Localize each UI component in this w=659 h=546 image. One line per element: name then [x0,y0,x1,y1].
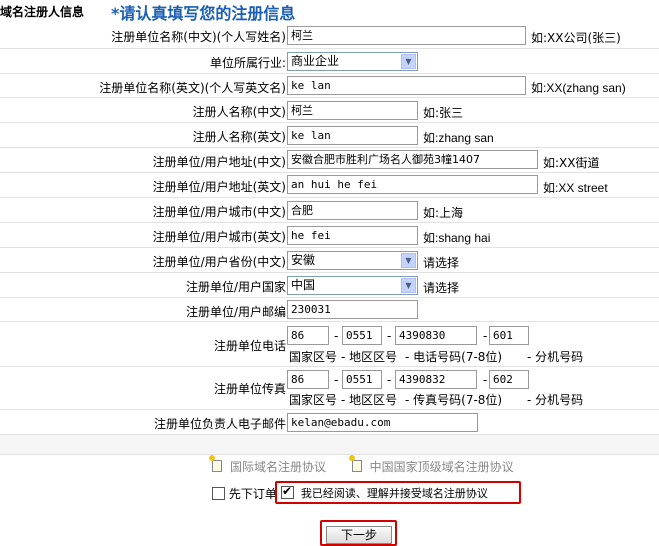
hint-registrant-cn: 如:张三 [423,106,464,120]
section-title: 域名注册人信息 [0,5,85,19]
city-cn-input[interactable]: 合肥 [287,201,418,220]
sublabel-ext: - 分机号码 [527,393,584,407]
sublabel-ext: - 分机号码 [527,350,584,364]
registration-form: 域名注册人信息 *请认真填写您的注册信息 注册单位名称(中文)(个人写姓名) 柯… [0,0,659,546]
hint-city-cn: 如:上海 [423,206,464,220]
hint-address-en: 如:XX street [543,181,608,195]
fax-country-input[interactable]: 86 [287,370,329,389]
company-en-input[interactable]: ke lan [287,76,526,95]
row-country: 注册单位/用户国家 中国 ▼ 请选择 [0,273,659,298]
registrant-cn-input[interactable]: 柯兰 [287,101,418,120]
row-registrant-en: 注册人名称(英文) ke lan 如:zhang san [0,123,659,148]
preorder-option: 先下订单 [212,485,277,502]
row-fax: 注册单位传真 86 - 0551 - 4390832 - 602 国家区号 - … [0,367,659,410]
sublabel-country: 国家区号 [289,350,338,364]
industry-select[interactable]: 商业企业 ▼ [287,52,418,71]
label-city-cn: 注册单位/用户城市(中文) [152,205,286,219]
label-address-cn: 注册单位/用户地址(中文) [152,155,286,169]
row-address-cn: 注册单位/用户地址(中文) 安徽合肥市胜利广场名人御苑3幢1407 如:XX街道 [0,148,659,173]
phone-ext-input[interactable]: 601 [489,326,529,345]
label-country: 注册单位/用户国家 [185,280,286,294]
hint-province: 请选择 [423,256,460,270]
registrant-en-input[interactable]: ke lan [287,126,418,145]
label-company-en: 注册单位名称(英文)(个人写英文名) [99,81,286,95]
row-email: 注册单位负责人电子邮件 kelan@ebadu.com [0,410,659,435]
phone-area-input[interactable]: 0551 [342,326,382,345]
intl-agreement-link[interactable]: 国际域名注册协议 [230,460,326,474]
label-industry: 单位所属行业: [209,56,286,70]
province-select[interactable]: 安徽 ▼ [287,251,418,270]
row-city-cn: 注册单位/用户城市(中文) 合肥 如:上海 [0,198,659,223]
preorder-checkbox[interactable] [212,487,225,500]
email-input[interactable]: kelan@ebadu.com [287,413,478,432]
label-postcode: 注册单位/用户邮编 [185,305,286,319]
dash: - [334,373,339,387]
company-cn-input[interactable]: 柯兰 [287,26,526,45]
label-company-cn: 注册单位名称(中文)(个人写姓名) [111,30,286,44]
sublabel-area: - 地区区号 [341,393,398,407]
country-select-value: 中国 [291,278,316,292]
province-select-value: 安徽 [291,253,316,267]
row-city-en: 注册单位/用户城市(英文) he fei 如:shang hai [0,223,659,248]
chevron-down-icon[interactable]: ▼ [401,253,416,268]
hint-company-en: 如:XX(zhang san) [531,81,626,95]
row-province: 注册单位/用户省份(中文) 安徽 ▼ 请选择 [0,248,659,273]
industry-select-value: 商业企业 [291,54,340,68]
row-company-en: 注册单位名称(英文)(个人写英文名) ke lan 如:XX(zhang san… [0,74,659,98]
label-address-en: 注册单位/用户地址(英文) [152,180,286,194]
hint-country: 请选择 [423,281,460,295]
sublabel-fax-number: - 传真号码(7-8位) [405,393,503,407]
accept-checkbox[interactable] [281,484,294,499]
hint-company-cn: 如:XX公司(张三) [531,31,621,45]
postcode-input[interactable]: 230031 [287,300,418,319]
row-address-en: 注册单位/用户地址(英文) an hui he fei 如:XX street [0,173,659,198]
cn-agreement-link[interactable]: 中国国家顶级域名注册协议 [370,460,514,474]
sublabel-number: - 电话号码(7-8位) [405,350,503,364]
fax-number-input[interactable]: 4390832 [395,370,477,389]
label-city-en: 注册单位/用户城市(英文) [152,230,286,244]
sublabel-area: - 地区区号 [341,350,398,364]
row-industry: 单位所属行业: 商业企业 ▼ [0,49,659,74]
form-header: 域名注册人信息 *请认真填写您的注册信息 [0,0,659,23]
country-select[interactable]: 中国 ▼ [287,276,418,295]
phone-country-input[interactable]: 86 [287,326,329,345]
dash: - [483,373,488,387]
document-icon [209,455,222,472]
sublabel-country: 国家区号 [289,393,338,407]
accept-label: 我已经阅读、理解并接受域名注册协议 [300,487,488,500]
fax-ext-input[interactable]: 602 [489,370,529,389]
address-cn-input[interactable]: 安徽合肥市胜利广场名人御苑3幢1407 [287,150,538,169]
notice-title: *请认真填写您的注册信息 [111,4,296,23]
hint-city-en: 如:shang hai [423,231,491,245]
dash: - [387,373,392,387]
dash: - [334,329,339,343]
chevron-down-icon[interactable]: ▼ [401,54,416,69]
accept-option: 我已经阅读、理解并接受域名注册协议 [281,484,488,501]
fax-area-input[interactable]: 0551 [342,370,382,389]
hint-registrant-en: 如:zhang san [423,131,494,145]
label-email: 注册单位负责人电子邮件 [153,417,286,431]
label-registrant-cn: 注册人名称(中文) [192,105,286,119]
label-registrant-en: 注册人名称(英文) [192,130,286,144]
row-company-cn: 注册单位名称(中文)(个人写姓名) 柯兰 如:XX公司(张三) [0,24,659,49]
dash: - [483,329,488,343]
next-step-button[interactable]: 下一步 [326,526,392,544]
dash: - [387,329,392,343]
row-registrant-cn: 注册人名称(中文) 柯兰 如:张三 [0,98,659,123]
divider-row [0,435,659,455]
document-icon [348,455,362,472]
label-province: 注册单位/用户省份(中文) [152,255,286,269]
preorder-label: 先下订单 [228,487,277,501]
hint-address-cn: 如:XX街道 [543,156,600,170]
row-postcode: 注册单位/用户邮编 230031 [0,298,659,322]
label-phone: 注册单位电话 [213,339,286,353]
chevron-down-icon[interactable]: ▼ [401,278,416,293]
label-fax: 注册单位传真 [213,382,286,396]
agreement-links: 国际域名注册协议 中国国家顶级域名注册协议 [209,455,514,475]
city-en-input[interactable]: he fei [287,226,418,245]
row-phone: 注册单位电话 86 - 0551 - 4390830 - 601 国家区号 - … [0,322,659,367]
address-en-input[interactable]: an hui he fei [287,175,538,194]
phone-number-input[interactable]: 4390830 [395,326,477,345]
